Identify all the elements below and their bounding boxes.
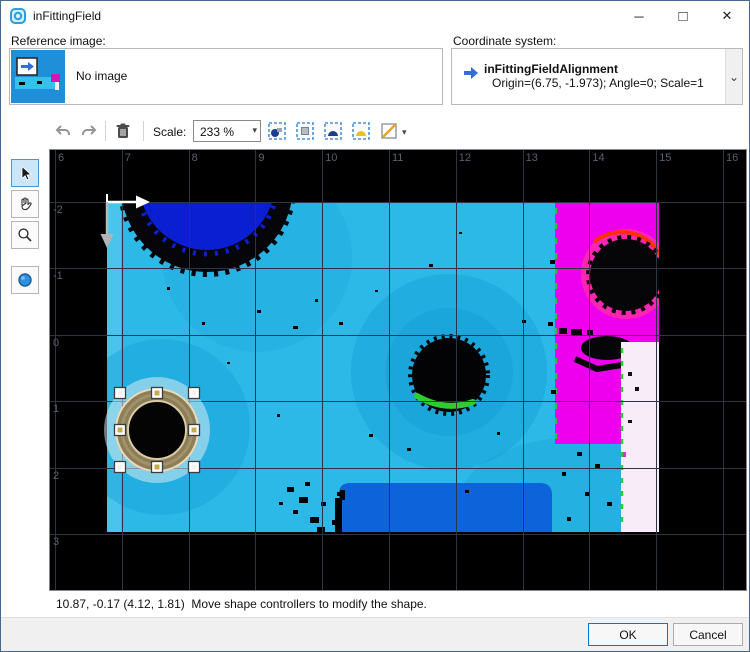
coordinate-system-dropdown[interactable]: ⌄ xyxy=(725,49,742,104)
maximize-button[interactable]: □ xyxy=(661,1,705,31)
chevron-down-icon: ⌄ xyxy=(729,70,739,84)
reference-image-box[interactable]: No image xyxy=(9,48,443,105)
scale-label: Scale: xyxy=(153,125,186,139)
circle-tool-button[interactable] xyxy=(11,266,39,294)
delete-shape-button[interactable] xyxy=(111,119,135,143)
image-canvas[interactable]: 678910111213141516-2-10123 xyxy=(49,149,747,591)
coordinate-system-name: inFittingFieldAlignment xyxy=(484,62,618,76)
fit-image-button[interactable] xyxy=(265,119,289,143)
hand-icon xyxy=(16,195,34,213)
alignment-arrow-icon xyxy=(464,66,478,78)
fit-shape-button[interactable] xyxy=(321,119,345,143)
cancel-button[interactable]: Cancel xyxy=(673,623,743,646)
redo-button[interactable] xyxy=(77,119,101,143)
reference-image-value: No image xyxy=(76,69,127,83)
reference-image-label: Reference image: xyxy=(11,34,106,48)
canvas-toolbar: Scale: 233 % ▾ ▾ xyxy=(1,117,749,147)
undo-button[interactable] xyxy=(51,119,75,143)
status-bar: 10.87, -0.17 (4.12, 1.81) Move shape con… xyxy=(56,597,427,611)
toolbar-separator xyxy=(143,121,144,141)
coordinate-system-select[interactable]: inFittingFieldAlignment Origin=(6.75, -1… xyxy=(451,48,743,105)
close-icon: ✕ xyxy=(722,8,733,24)
pan-tool-button[interactable] xyxy=(11,190,39,218)
reference-thumbnail xyxy=(11,50,65,103)
app-icon xyxy=(10,8,26,24)
shape-overlay[interactable] xyxy=(50,150,747,591)
coordinate-system-label: Coordinate system: xyxy=(453,34,556,48)
minimize-button[interactable]: ─ xyxy=(617,1,661,31)
scale-combo[interactable]: 233 % ▾ xyxy=(193,120,261,142)
fit-region-button[interactable] xyxy=(293,119,317,143)
redo-icon xyxy=(80,122,98,140)
scale-dropdown-icon: ▾ xyxy=(252,125,257,136)
cursor-icon xyxy=(16,164,34,182)
dialog-footer: OK Cancel xyxy=(1,617,749,651)
minimize-icon: ─ xyxy=(634,9,643,24)
title-bar[interactable]: inFittingField ─ □ ✕ xyxy=(1,1,749,31)
circle-shape-icon xyxy=(16,271,34,289)
background-fill-button[interactable] xyxy=(377,119,401,143)
close-button[interactable]: ✕ xyxy=(705,1,749,31)
fit-shape-alt-button[interactable] xyxy=(349,119,373,143)
select-tool-button[interactable] xyxy=(11,159,39,187)
origin-axes-icon xyxy=(101,194,151,248)
undo-icon xyxy=(54,122,72,140)
coordinate-system-details: Origin=(6.75, -1.973); Angle=0; Scale=1 xyxy=(492,76,704,90)
dialog-infittingfield: inFittingField ─ □ ✕ Reference image: No… xyxy=(0,0,750,652)
zoom-tool-button[interactable] xyxy=(11,221,39,249)
magnifier-icon xyxy=(16,226,34,244)
ok-button[interactable]: OK xyxy=(588,623,668,646)
trash-icon xyxy=(114,122,132,140)
window-title: inFittingField xyxy=(33,9,101,23)
scale-value: 233 % xyxy=(200,125,234,139)
background-fill-dropdown-icon[interactable]: ▾ xyxy=(402,127,407,138)
toolbar-separator xyxy=(105,121,106,141)
maximize-icon: □ xyxy=(678,8,687,25)
